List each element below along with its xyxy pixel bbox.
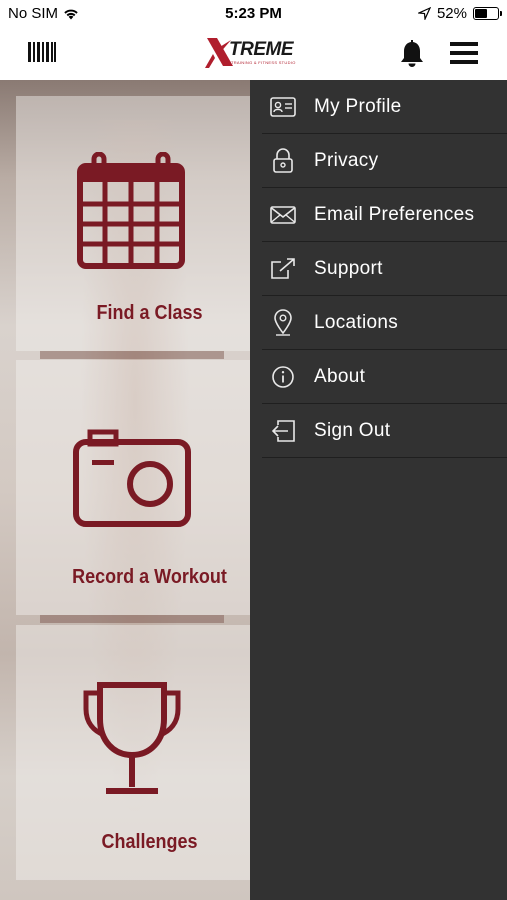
tile-divider — [40, 351, 224, 359]
barcode-icon[interactable] — [28, 42, 56, 62]
menu-item-label: Email Preferences — [314, 203, 475, 225]
location-arrow-icon — [417, 7, 431, 20]
battery-percent: 52% — [436, 5, 467, 22]
menu-item-label: Privacy — [314, 149, 379, 171]
battery-level — [475, 9, 488, 18]
tile-challenges[interactable]: Challenges — [16, 625, 250, 880]
menu-item-privacy[interactable]: Privacy — [262, 134, 507, 188]
trophy-icon — [83, 682, 181, 794]
battery-icon — [473, 7, 502, 20]
menu-item-about[interactable]: About — [262, 350, 507, 404]
menu-item-label: My Profile — [314, 95, 402, 117]
menu-item-label: Sign Out — [314, 419, 391, 441]
menu-item-locations[interactable]: Locations — [262, 296, 507, 350]
menu-item-sign-out[interactable]: Sign Out — [262, 404, 507, 458]
menu-item-my-profile[interactable]: My Profile — [262, 80, 507, 134]
logo-tagline: TRAINING & FITNESS STUDIO — [231, 60, 296, 65]
lock-icon — [269, 147, 297, 175]
status-bar: No SIM 5:23 PM 52% — [0, 0, 507, 28]
external-link-icon — [269, 255, 297, 283]
profile-card-icon — [269, 93, 297, 121]
menu-item-label: About — [314, 365, 366, 387]
menu-item-label: Locations — [314, 311, 399, 333]
menu-item-support[interactable]: Support — [262, 242, 507, 296]
app-header: TREME TRAINING & FITNESS STUDIO — [0, 28, 507, 81]
tile-label: Find a Class — [96, 302, 203, 324]
xtreme-logo: TREME TRAINING & FITNESS STUDIO — [205, 36, 305, 72]
camera-icon — [73, 429, 191, 527]
notification-bell-icon[interactable] — [399, 40, 425, 68]
sign-out-icon — [269, 417, 297, 445]
side-drawer-menu: My Profile Privacy Email Preferences Sup… — [250, 80, 507, 900]
calendar-icon — [77, 152, 185, 269]
tile-label: Challenges — [101, 831, 198, 853]
menu-item-label: Support — [314, 257, 383, 279]
menu-item-email-preferences[interactable]: Email Preferences — [262, 188, 507, 242]
tile-divider — [40, 615, 224, 623]
tile-label: Record a Workout — [72, 566, 227, 588]
logo-wordmark: TREME — [229, 39, 294, 60]
status-right: 52% — [417, 5, 502, 22]
tile-record-a-workout[interactable]: Record a Workout — [16, 360, 250, 615]
map-pin-icon — [269, 308, 297, 337]
home-tiles-panel: Find a Class Record a Workout Challenges — [0, 80, 250, 900]
hamburger-menu-icon[interactable] — [450, 41, 478, 65]
info-icon — [269, 363, 297, 391]
tile-find-a-class[interactable]: Find a Class — [16, 96, 250, 351]
envelope-icon — [269, 201, 297, 229]
